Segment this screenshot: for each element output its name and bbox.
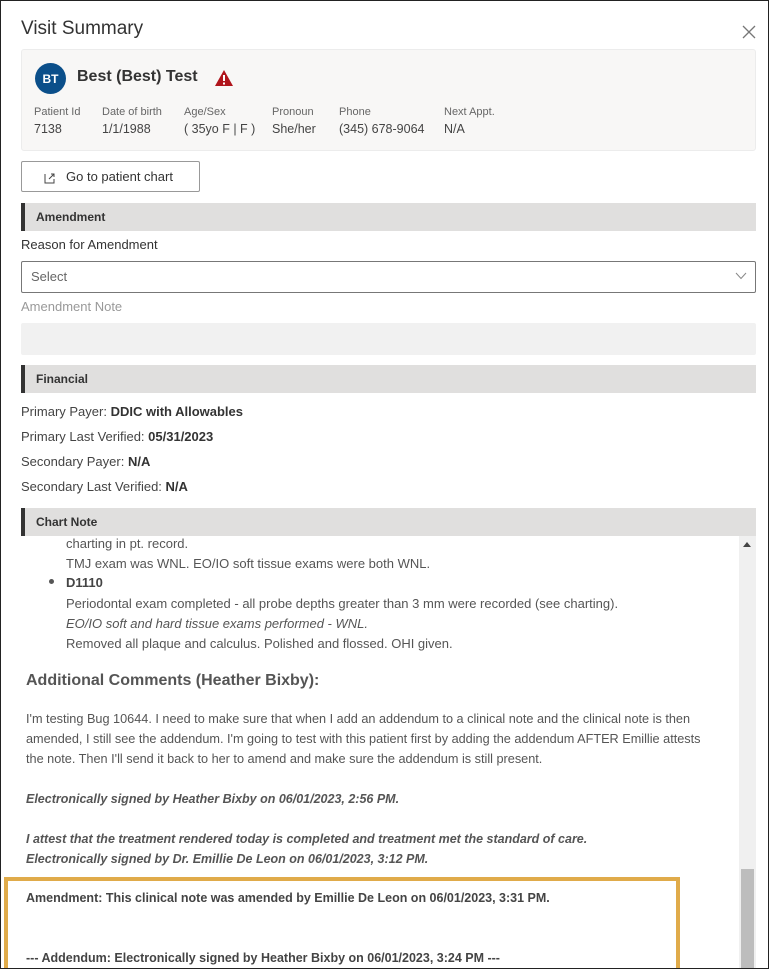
primary-payer-value: DDIC with Allowables xyxy=(110,404,243,419)
chart-note-line: charting in pt. record. xyxy=(66,536,189,551)
next-appt-label: Next Appt. xyxy=(444,106,495,118)
comment-line: the note. Then I'll send it back to her … xyxy=(26,752,543,766)
amendment-line: Amendment: This clinical note was amende… xyxy=(26,891,550,905)
pronoun-value: She/her xyxy=(272,122,316,136)
pronoun-label: Pronoun xyxy=(272,106,314,118)
comment-line: I'm testing Bug 10644. I need to make su… xyxy=(26,712,691,726)
primary-last-verified: Primary Last Verified: 05/31/2023 xyxy=(21,429,213,444)
addendum-line: --- Addendum: Electronically signed by H… xyxy=(26,951,500,965)
patient-id-value: 7138 xyxy=(34,122,62,136)
dob-value: 1/1/1988 xyxy=(102,122,151,136)
additional-comments-heading: Additional Comments (Heather Bixby): xyxy=(26,672,320,689)
reason-for-amendment-label: Reason for Amendment xyxy=(21,237,158,252)
secondary-payer: Secondary Payer: N/A xyxy=(21,454,150,469)
financial-section-header: Financial xyxy=(21,365,756,393)
primary-last-verified-label: Primary Last Verified: xyxy=(21,429,149,444)
amendment-note-input[interactable] xyxy=(21,323,756,355)
secondary-payer-label: Secondary Payer: xyxy=(21,454,128,469)
patient-name: Best (Best) Test xyxy=(77,68,198,85)
signature-line: Electronically signed by Dr. Emillie De … xyxy=(26,852,429,866)
next-appt: Next Appt. N/A xyxy=(444,106,495,136)
phone-value: (345) 678-9064 xyxy=(339,122,425,136)
avatar: BT xyxy=(35,63,66,94)
go-to-patient-chart-label: Go to patient chart xyxy=(66,169,173,184)
patient-id-label: Patient Id xyxy=(34,106,81,118)
reason-for-amendment-select[interactable]: Select xyxy=(21,261,756,293)
scroll-up-arrow-icon[interactable] xyxy=(743,542,751,547)
visit-summary-dialog: Visit Summary BT Best (Best) Test Patien… xyxy=(0,0,769,969)
next-appt-value: N/A xyxy=(444,122,465,136)
procedure-code: D1110 xyxy=(66,575,103,590)
scrollbar[interactable] xyxy=(739,536,756,968)
date-of-birth: Date of birth 1/1/1988 xyxy=(102,106,162,136)
pronoun: Pronoun She/her xyxy=(272,106,316,136)
age-sex-value: ( 35yo F | F ) xyxy=(184,122,256,136)
scrollbar-thumb[interactable] xyxy=(741,869,754,968)
secondary-last-verified: Secondary Last Verified: N/A xyxy=(21,479,188,494)
dialog-title: Visit Summary xyxy=(21,18,144,39)
secondary-payer-value: N/A xyxy=(127,454,151,469)
patient-card: BT Best (Best) Test Patient Id 7138 Date… xyxy=(21,49,756,151)
amendment-note-label: Amendment Note xyxy=(21,299,123,314)
chart-note-line: Periodontal exam completed - all probe d… xyxy=(66,596,619,611)
phone-label: Phone xyxy=(339,106,371,118)
age-sex: Age/Sex ( 35yo F | F ) xyxy=(184,106,255,136)
close-icon[interactable] xyxy=(741,24,757,40)
warning-triangle-icon[interactable] xyxy=(214,69,234,87)
phone: Phone (345) 678-9064 xyxy=(339,106,424,136)
primary-last-verified-value: 05/31/2023 xyxy=(148,429,214,444)
primary-payer: Primary Payer: DDIC with Allowables xyxy=(21,404,243,419)
chart-note-line: EO/IO soft and hard tissue exams perform… xyxy=(66,616,369,631)
age-sex-label: Age/Sex xyxy=(184,106,226,118)
primary-payer-label: Primary Payer: xyxy=(21,404,111,419)
signature-line: Electronically signed by Heather Bixby o… xyxy=(26,792,400,806)
patient-id: Patient Id 7138 xyxy=(34,106,80,136)
chart-note-section-header: Chart Note xyxy=(21,508,756,536)
attestation-line: I attest that the treatment rendered tod… xyxy=(26,832,588,846)
chart-note-line: TMJ exam was WNL. EO/IO soft tissue exam… xyxy=(66,556,431,571)
secondary-last-verified-label: Secondary Last Verified: xyxy=(21,479,166,494)
chart-note-scroll-area[interactable]: charting in pt. record. TMJ exam was WNL… xyxy=(21,536,756,968)
external-link-icon xyxy=(44,173,55,183)
dob-label: Date of birth xyxy=(102,106,162,118)
amendment-section-header: Amendment xyxy=(21,203,756,231)
chevron-down-icon xyxy=(735,272,747,280)
comment-line: amended, I still see the addendum. I'm g… xyxy=(26,732,701,746)
reason-select-placeholder: Select xyxy=(31,269,68,284)
go-to-patient-chart-button[interactable]: Go to patient chart xyxy=(21,161,200,192)
secondary-last-verified-value: N/A xyxy=(165,479,188,494)
chart-note-line: Removed all plaque and calculus. Polishe… xyxy=(66,636,453,651)
bullet-icon xyxy=(49,579,54,584)
